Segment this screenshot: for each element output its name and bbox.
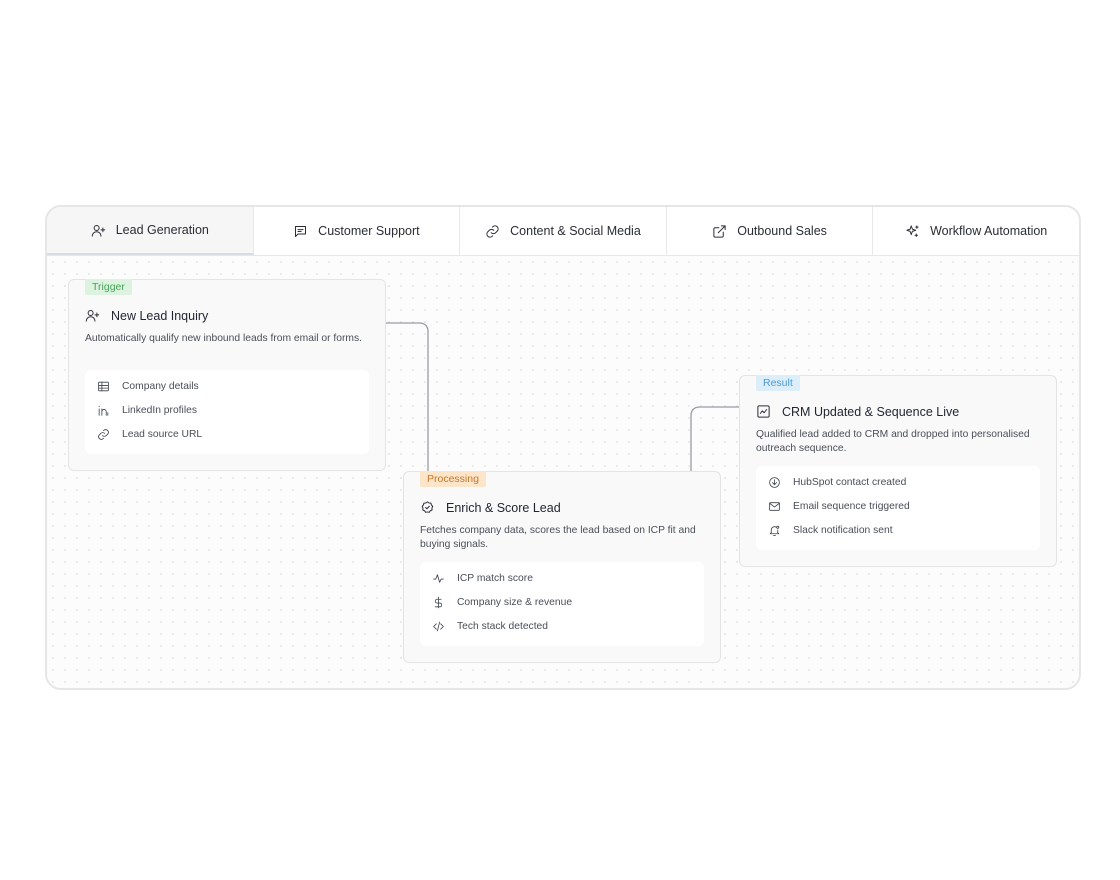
list-item: Lead source URL [97,428,202,441]
trigger-card[interactable]: Trigger New Lead Inquiry Automatically q… [68,279,386,471]
tab-label: Workflow Automation [930,224,1048,238]
dollar-icon [434,596,443,609]
bell-icon [769,525,780,536]
list-item: Email sequence triggered [768,500,910,513]
output-list: HubSpot contact created Email sequence t… [756,466,1040,550]
tab-label: Customer Support [318,224,420,238]
trigger-badge: Trigger [85,279,132,295]
signal-list: ICP match score Company size & revenue T… [420,562,704,646]
link-icon [98,429,109,440]
workflow-showcase: Lead Generation Customer Support Content… [45,205,1081,690]
list-item: HubSpot contact created [768,476,906,489]
chat-icon [295,225,307,237]
workflow-canvas: Trigger New Lead Inquiry Automatically q… [47,256,1079,688]
result-card[interactable]: Result CRM Updated & Sequence Live Quali… [739,375,1057,567]
user-plus-icon [91,224,105,237]
mail-icon [769,502,780,511]
connector-trigger-to-processing [385,322,429,471]
card-title: New Lead Inquiry [111,308,209,323]
tab-customer-support[interactable]: Customer Support [254,207,461,255]
list-item: LinkedIn profiles [97,404,197,417]
tab-content-social-media[interactable]: Content & Social Media [460,207,667,255]
external-link-icon [713,224,726,238]
card-title: CRM Updated & Sequence Live [782,404,960,419]
processing-card[interactable]: Processing Enrich & Score Lead Fetches c… [403,471,721,663]
tab-outbound-sales[interactable]: Outbound Sales [667,207,874,255]
tab-label: Content & Social Media [510,224,641,238]
tab-lead-generation[interactable]: Lead Generation [47,207,254,255]
activity-icon [433,574,444,583]
processing-badge: Processing [420,471,486,487]
list-item: Slack notification sent [768,524,893,537]
tab-label: Outbound Sales [737,224,827,238]
card-description: Qualified lead added to CRM and dropped … [756,429,1030,454]
card-title: Enrich & Score Lead [446,500,561,515]
user-plus-icon [85,310,100,322]
list-item: Tech stack detected [432,620,548,633]
tab-label: Lead Generation [115,223,209,237]
input-list: Company details LinkedIn profiles Lead s… [85,370,369,454]
card-description: Fetches company data, scores the lead ba… [420,525,696,550]
list-item: Company size & revenue [432,596,572,609]
card-description: Automatically qualify new inbound leads … [85,333,362,344]
download-circle-icon [769,477,780,488]
linkedin-icon [98,405,109,416]
connector-processing-to-result [690,406,739,471]
sparkles-icon [906,224,919,237]
chart-icon [757,405,770,418]
badge-check-icon [421,501,434,513]
code-icon [433,621,444,632]
list-item: Company details [97,380,199,393]
table-icon [98,381,109,392]
tab-workflow-automation[interactable]: Workflow Automation [873,207,1079,255]
category-tabs: Lead Generation Customer Support Content… [47,207,1079,256]
result-badge: Result [756,375,800,391]
list-item: ICP match score [432,572,533,585]
link-icon [486,224,499,238]
